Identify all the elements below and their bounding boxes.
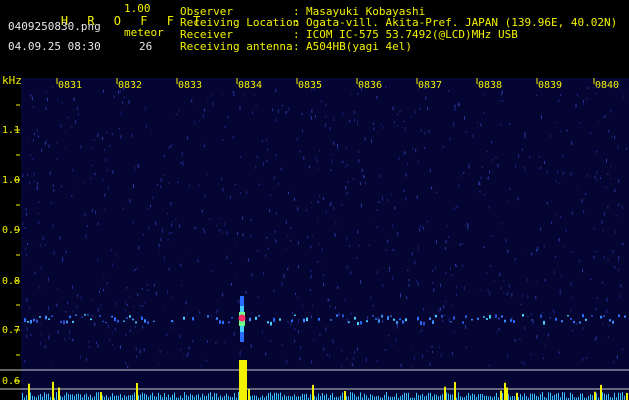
signal-level-histogram bbox=[22, 381, 628, 400]
meteor-echo bbox=[238, 296, 246, 342]
time-axis-ticks bbox=[56, 78, 595, 84]
noise-speckle bbox=[22, 86, 627, 369]
carrier-signal-band bbox=[24, 314, 626, 326]
meteor-level-spike bbox=[239, 360, 247, 400]
spectrogram-overlay bbox=[0, 78, 629, 400]
hrofft-window: { "app": { "name": "H R O F F T", "versi… bbox=[0, 0, 629, 400]
freq-axis-ticks bbox=[14, 104, 20, 382]
